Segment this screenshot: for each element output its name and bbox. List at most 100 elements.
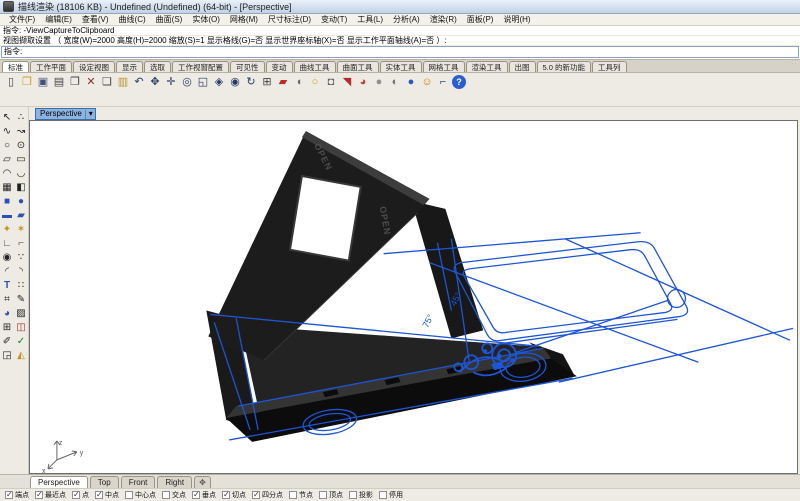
tool-curve-icon[interactable]: ∿ xyxy=(1,125,14,138)
osnap-point-checkbox[interactable] xyxy=(72,491,80,499)
osnap-quadrant-checkbox[interactable] xyxy=(252,491,260,499)
tool-clip-icon[interactable]: ⌗ xyxy=(1,293,14,306)
viewport-canvas[interactable]: OPEN OPEN xyxy=(30,121,797,473)
menu-solid[interactable]: 实体(O) xyxy=(187,14,225,25)
tool-joint-b-icon[interactable]: ⌐ xyxy=(15,237,28,250)
tab-mesh-tools[interactable]: 网格工具 xyxy=(423,61,465,72)
osnap-disable-checkbox[interactable] xyxy=(379,491,387,499)
osnap-end[interactable]: 端点 xyxy=(5,490,29,500)
show-object-icon[interactable]: ○ xyxy=(308,75,322,89)
osnap-near[interactable]: 最近点 xyxy=(35,490,66,500)
export-icon[interactable]: ❐ xyxy=(68,75,82,89)
tool-extrude-icon[interactable]: ▰ xyxy=(15,209,28,222)
copy-icon[interactable]: ❏ xyxy=(100,75,114,89)
hide-object-icon[interactable]: ◖ xyxy=(292,75,306,89)
tool-points-icon[interactable]: ∵ xyxy=(15,251,28,264)
menu-help[interactable]: 说明(H) xyxy=(498,14,535,25)
osnap-tangent-checkbox[interactable] xyxy=(222,491,230,499)
zoom-extents-icon[interactable]: ◈ xyxy=(212,75,226,89)
tab-drafting[interactable]: 出图 xyxy=(509,61,536,72)
menu-dimension[interactable]: 尺寸标注(D) xyxy=(263,14,316,25)
viewport-tab-top[interactable]: Top xyxy=(90,476,119,488)
tool-sphere-icon[interactable]: ● xyxy=(15,195,28,208)
zoom-selected-icon[interactable]: ◉ xyxy=(228,75,242,89)
open-file-icon[interactable]: ❒ xyxy=(20,75,34,89)
render-wheel-icon[interactable]: ◕ xyxy=(356,75,370,89)
tool-arc-blend-icon[interactable]: ◡ xyxy=(15,167,28,180)
tool-point-icon[interactable]: ∴ xyxy=(15,111,28,124)
tool-spotlight-icon[interactable]: ◭ xyxy=(15,349,28,362)
menu-tools[interactable]: 工具(L) xyxy=(352,14,388,25)
tab-viewport-layout[interactable]: 工作视窗配置 xyxy=(172,61,229,72)
osnap-perpendicular[interactable]: 垂点 xyxy=(192,490,216,500)
object-properties-icon[interactable]: ▰ xyxy=(276,75,290,89)
tool-loft-icon[interactable]: ◧ xyxy=(15,181,28,194)
viewport-layout-icon[interactable]: ✥ xyxy=(194,476,211,488)
tab-solid-tools[interactable]: 实体工具 xyxy=(380,61,422,72)
menu-surface[interactable]: 曲面(S) xyxy=(151,14,188,25)
menu-transform[interactable]: 变动(T) xyxy=(316,14,352,25)
tab-set-view[interactable]: 设定视图 xyxy=(73,61,115,72)
osnap-disable[interactable]: 停用 xyxy=(379,490,403,500)
tool-orient-icon[interactable]: ◲ xyxy=(1,349,14,362)
pan-icon[interactable]: ✥ xyxy=(148,75,162,89)
tool-circle-icon[interactable]: ○ xyxy=(1,139,14,152)
print-icon[interactable]: ▤ xyxy=(52,75,66,89)
paste-icon[interactable]: ▥ xyxy=(116,75,130,89)
command-input[interactable]: 指令: xyxy=(1,46,799,58)
render-blue-icon[interactable]: ● xyxy=(404,75,418,89)
tab-select[interactable]: 选取 xyxy=(144,61,171,72)
menu-mesh[interactable]: 网格(M) xyxy=(225,14,263,25)
tool-arc2-icon[interactable]: ◜ xyxy=(1,265,14,278)
menu-analyze[interactable]: 分析(A) xyxy=(388,14,425,25)
tool-check-icon[interactable]: ✓ xyxy=(15,335,28,348)
tool-curve-pts-icon[interactable]: ◝ xyxy=(15,265,28,278)
tool-arc-icon[interactable]: ◠ xyxy=(1,167,14,180)
menu-edit[interactable]: 编辑(E) xyxy=(40,14,77,25)
tab-new-in-v5[interactable]: 5.0 的新功能 xyxy=(537,61,592,72)
perspective-viewport[interactable]: OPEN OPEN xyxy=(29,120,798,474)
tab-surface-tools[interactable]: 曲面工具 xyxy=(337,61,379,72)
tool-polyline-icon[interactable]: ▱ xyxy=(1,153,14,166)
viewport-tab-right[interactable]: Right xyxy=(157,476,192,488)
lock-object-icon[interactable]: ◘ xyxy=(324,75,338,89)
tool-hatch-icon[interactable]: ▨ xyxy=(15,307,28,320)
tool-control-curve-icon[interactable]: ↝ xyxy=(15,125,28,138)
tab-standard[interactable]: 标准 xyxy=(2,61,29,72)
tab-toolbars[interactable]: 工具列 xyxy=(592,61,627,72)
delete-icon[interactable]: ✕ xyxy=(84,75,98,89)
tool-boolean-icon[interactable]: ◉ xyxy=(1,251,14,264)
osnap-mid-checkbox[interactable] xyxy=(95,491,103,499)
stand-model[interactable]: OPEN OPEN xyxy=(206,131,577,442)
tool-slab-icon[interactable]: ▬ xyxy=(1,209,14,222)
zoom-dynamic-icon[interactable]: ◎ xyxy=(180,75,194,89)
tool-joint-a-icon[interactable]: ∟ xyxy=(1,237,14,250)
zoom-window-icon[interactable]: ◱ xyxy=(196,75,210,89)
osnap-point[interactable]: 点 xyxy=(72,490,89,500)
rotate-view-icon[interactable]: ↻ xyxy=(244,75,258,89)
layers-icon[interactable]: ⊞ xyxy=(260,75,274,89)
osnap-center[interactable]: 中心点 xyxy=(125,490,156,500)
osnap-vertex[interactable]: 顶点 xyxy=(319,490,343,500)
tool-ellipse-icon[interactable]: ⊙ xyxy=(15,139,28,152)
tool-rectangle-icon[interactable]: ▭ xyxy=(15,153,28,166)
osnap-center-checkbox[interactable] xyxy=(125,491,133,499)
osnap-quadrant[interactable]: 四分点 xyxy=(252,490,283,500)
undo-icon[interactable]: ↶ xyxy=(132,75,146,89)
pickup-icon[interactable]: ⌐ xyxy=(436,75,450,89)
menu-curve[interactable]: 曲线(C) xyxy=(114,14,151,25)
osnap-mid[interactable]: 中点 xyxy=(95,490,119,500)
osnap-intersection[interactable]: 交点 xyxy=(162,490,186,500)
tool-surface-icon[interactable]: ▦ xyxy=(1,181,14,194)
osnap-tangent[interactable]: 切点 xyxy=(222,490,246,500)
render-settings-icon[interactable]: ◐ xyxy=(388,75,402,89)
tool-sphere-blue-icon[interactable]: ◕ xyxy=(1,307,14,320)
tool-pen-icon[interactable]: ✎ xyxy=(15,293,28,306)
render-preview-icon[interactable]: ● xyxy=(372,75,386,89)
save-icon[interactable]: ▣ xyxy=(36,75,50,89)
tool-select-icon[interactable]: ↖ xyxy=(1,111,14,124)
osnap-project-checkbox[interactable] xyxy=(349,491,357,499)
osnap-knot[interactable]: 节点 xyxy=(289,490,313,500)
osnap-project[interactable]: 投影 xyxy=(349,490,373,500)
viewport-tab-perspective[interactable]: Perspective xyxy=(30,476,88,488)
